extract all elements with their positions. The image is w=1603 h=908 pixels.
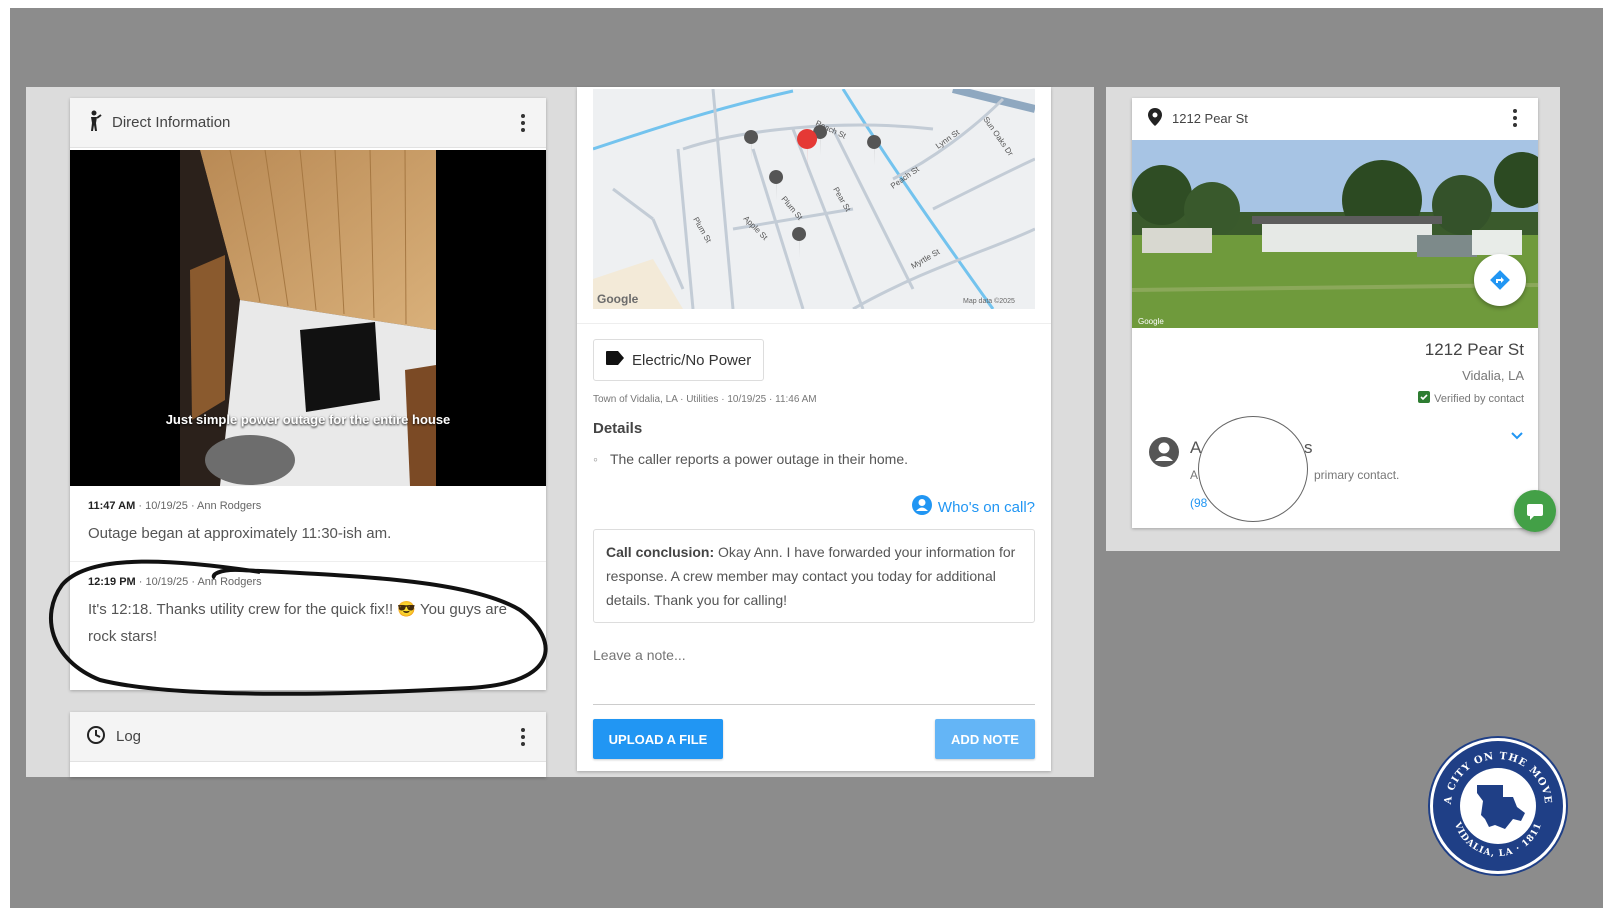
details-item: ◦ The caller reports a power outage in th… bbox=[593, 451, 909, 467]
category-chip[interactable]: Electric/No Power bbox=[593, 339, 765, 381]
kebab-icon[interactable] bbox=[1508, 109, 1522, 127]
verified-line: Verified by contact bbox=[1418, 391, 1524, 406]
map-attribution: Map data ©2025 bbox=[963, 297, 1015, 305]
account-icon bbox=[1148, 436, 1180, 473]
header-address: 1212 Pear St bbox=[1172, 110, 1248, 126]
street-view-photo[interactable]: Google bbox=[1132, 140, 1538, 328]
log-card: Log bbox=[70, 712, 546, 777]
call-details-card: Peach St Plum St Pear St Apple St Plum S… bbox=[577, 87, 1051, 771]
redaction-circle bbox=[1198, 416, 1308, 522]
location-card: 1212 Pear St Google 1212 Pear St Vidalia… bbox=[1132, 98, 1538, 528]
contact-section: A s A primary contact. (98 bbox=[1132, 416, 1538, 528]
kebab-icon[interactable] bbox=[516, 727, 530, 746]
contact-line-prefix: A bbox=[1190, 468, 1199, 482]
louisiana-seal-icon: A CITY ON THE MOVE VIDALIA, LA · 1811 bbox=[1430, 738, 1566, 874]
chevron-down-icon[interactable] bbox=[1510, 428, 1524, 446]
card-title: Log bbox=[116, 728, 142, 745]
address-line-1: 1212 Pear St bbox=[1424, 340, 1524, 359]
account-icon bbox=[911, 495, 932, 519]
upload-file-button[interactable]: UPLOAD A FILE bbox=[593, 719, 723, 759]
chat-icon[interactable] bbox=[1514, 490, 1556, 532]
verified-check-icon bbox=[1418, 391, 1431, 406]
add-note-button[interactable]: ADD NOTE bbox=[935, 719, 1035, 759]
details-heading: Details bbox=[593, 420, 643, 437]
directions-icon[interactable] bbox=[1474, 254, 1526, 306]
log-header: Log bbox=[70, 712, 546, 762]
hand-drawn-highlight-circle bbox=[48, 559, 548, 696]
map-google-logo: Google bbox=[597, 292, 639, 306]
address-line-2: Vidalia, LA bbox=[1462, 368, 1524, 383]
whos-on-call-link[interactable]: Who's on call? bbox=[911, 495, 1035, 519]
tag-icon bbox=[606, 351, 624, 369]
address-block: 1212 Pear St Vidalia, LA Verified by con… bbox=[1418, 340, 1524, 406]
location-pin-icon bbox=[1148, 107, 1162, 129]
contact-role: primary contact. bbox=[1314, 468, 1400, 482]
source-line: Town of Vidalia, LA · Utilities · 10/19/… bbox=[593, 394, 817, 405]
location-header: 1212 Pear St bbox=[1132, 98, 1538, 138]
contact-phone[interactable]: (98 bbox=[1190, 496, 1207, 510]
note-input[interactable] bbox=[593, 643, 1035, 705]
street-view-google-logo: Google bbox=[1138, 317, 1164, 326]
call-conclusion-box: Call conclusion: Okay Ann. I have forwar… bbox=[593, 529, 1035, 623]
conclusion-label: Call conclusion: bbox=[606, 544, 715, 560]
category-label: Electric/No Power bbox=[632, 351, 752, 369]
incident-map[interactable]: Peach St Plum St Pear St Apple St Plum S… bbox=[592, 87, 1036, 311]
clock-icon bbox=[86, 725, 106, 749]
